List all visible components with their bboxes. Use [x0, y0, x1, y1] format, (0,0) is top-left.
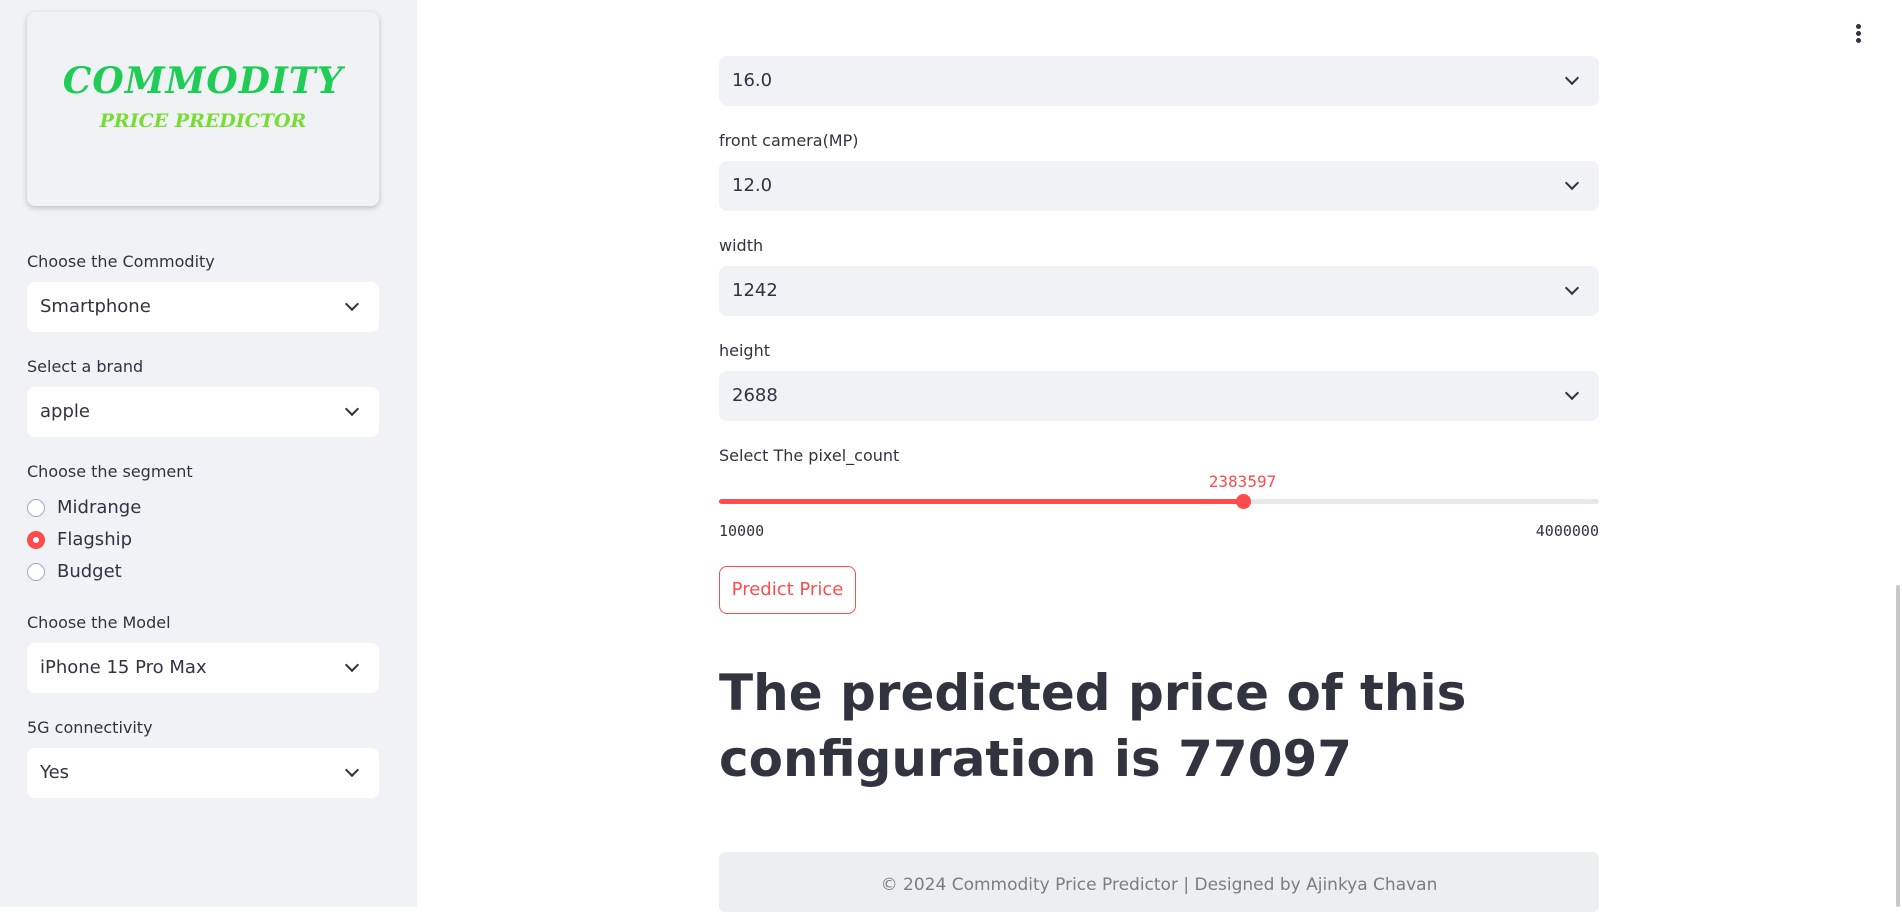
chevron-down-icon	[1564, 70, 1580, 86]
width-select[interactable]: 1242	[719, 266, 1599, 316]
radio-selected-icon[interactable]	[27, 531, 45, 549]
chevron-down-icon	[1564, 175, 1580, 191]
more-vertical-icon[interactable]	[1856, 24, 1862, 44]
connectivity-label: 5G connectivity	[27, 718, 153, 737]
height-select-value: 2688	[732, 385, 778, 406]
model-select[interactable]: iPhone 15 Pro Max	[27, 643, 379, 693]
chevron-down-icon	[1564, 280, 1580, 296]
radio-label: Flagship	[57, 529, 133, 550]
front-camera-select[interactable]: 12.0	[719, 161, 1599, 211]
segment-label: Choose the segment	[27, 462, 193, 481]
logo-subtitle: PRICE PREDICTOR	[99, 110, 307, 132]
connectivity-select[interactable]: Yes	[27, 748, 379, 798]
radio-circle-icon[interactable]	[27, 499, 45, 517]
model-select-value: iPhone 15 Pro Max	[40, 657, 207, 678]
chevron-down-icon	[344, 401, 360, 417]
logo-card: COMMODITY PRICE PREDICTOR	[27, 12, 379, 206]
slider-thumb[interactable]	[1235, 494, 1251, 509]
pixel-count-slider[interactable]	[719, 494, 1599, 509]
predict-price-button[interactable]: Predict Price	[719, 566, 856, 614]
predicted-price-heading: The predicted price of this configuratio…	[719, 664, 1467, 788]
rear-camera-select-value: 16.0	[732, 70, 773, 91]
pixel-count-label: Select The pixel_count	[719, 446, 900, 465]
radio-circle-icon[interactable]	[27, 563, 45, 581]
chevron-down-icon	[344, 657, 360, 673]
front-camera-select-value: 12.0	[732, 175, 773, 196]
brand-select[interactable]: apple	[27, 387, 379, 437]
menu-dot	[1856, 38, 1861, 43]
brand-label: Select a brand	[27, 357, 144, 376]
slider-min-label: 10000	[719, 522, 765, 540]
menu-dot	[1856, 31, 1861, 36]
sidebar: COMMODITY PRICE PREDICTOR Choose the Com…	[0, 0, 417, 907]
commodity-select[interactable]: Smartphone	[27, 282, 379, 332]
width-label: width	[719, 236, 764, 255]
radio-label: Midrange	[57, 497, 142, 518]
logo-title: COMMODITY	[62, 60, 344, 102]
chevron-down-icon	[1564, 385, 1580, 401]
height-select[interactable]: 2688	[719, 371, 1599, 421]
footer: © 2024 Commodity Price Predictor | Desig…	[719, 852, 1599, 912]
chevron-down-icon	[344, 762, 360, 778]
page-scrollbar[interactable]	[1896, 585, 1900, 907]
rear-camera-select[interactable]: 16.0	[719, 56, 1599, 106]
connectivity-select-value: Yes	[40, 762, 70, 783]
slider-max-label: 4000000	[1535, 522, 1599, 540]
slider-fill	[719, 499, 1243, 504]
menu-dot	[1856, 24, 1861, 29]
radio-label: Budget	[57, 561, 122, 582]
front-camera-label: front camera(MP)	[719, 131, 859, 150]
commodity-select-value: Smartphone	[40, 296, 151, 317]
slider-current-value: 2383597	[1208, 472, 1277, 491]
footer-text: © 2024 Commodity Price Predictor | Desig…	[880, 875, 1438, 895]
width-select-value: 1242	[732, 280, 778, 301]
commodity-label: Choose the Commodity	[27, 252, 215, 271]
height-label: height	[719, 341, 770, 360]
chevron-down-icon	[344, 296, 360, 312]
model-label: Choose the Model	[27, 613, 171, 632]
brand-select-value: apple	[40, 401, 90, 422]
